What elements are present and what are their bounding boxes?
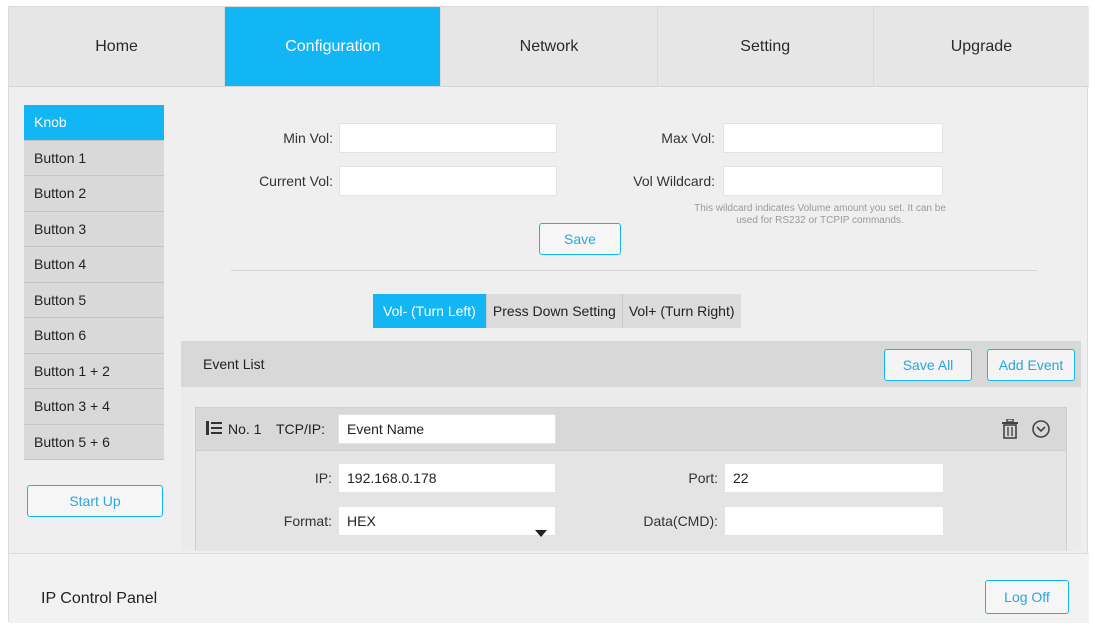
event-list-title: Event List — [203, 356, 265, 372]
trash-icon[interactable] — [1001, 418, 1019, 444]
tab-network[interactable]: Network — [441, 7, 658, 86]
section-divider — [231, 270, 1037, 271]
sidebar-item-button-3-4[interactable]: Button 3 + 4 — [24, 389, 164, 425]
log-off-button[interactable]: Log Off — [985, 580, 1069, 614]
event-type: TCP/IP: — [276, 421, 326, 437]
current-vol-label: Current Vol: — [259, 173, 333, 189]
footer-title: IP Control Panel — [41, 590, 158, 607]
knob-action-tabs: Vol- (Turn Left) Press Down Setting Vol+… — [373, 294, 741, 328]
app-frame: Home Configuration Network Setting Upgra… — [8, 6, 1089, 623]
max-vol-input[interactable] — [723, 123, 943, 153]
data-cmd-label: Data(CMD): — [643, 513, 718, 529]
sidebar-item-knob[interactable]: Knob — [24, 105, 164, 141]
tab-press-down[interactable]: Press Down Setting — [486, 294, 623, 328]
sidebar-item-button-5-6[interactable]: Button 5 + 6 — [24, 424, 164, 460]
save-all-button[interactable]: Save All — [884, 349, 972, 381]
event-item-header: No. 1 TCP/IP: — [195, 407, 1067, 451]
tab-home[interactable]: Home — [9, 7, 226, 86]
sidebar-item-button-4[interactable]: Button 4 — [24, 247, 164, 283]
wildcard-hint: This wildcard indicates Volume amount yo… — [694, 203, 946, 226]
ip-input[interactable] — [338, 463, 556, 493]
caret-down-icon — [535, 518, 547, 546]
footer: IP Control Panel Log Off — [9, 553, 1089, 623]
event-list-panel: No. 1 TCP/IP: IP: — [181, 387, 1081, 551]
start-up-button[interactable]: Start Up — [27, 485, 163, 517]
chevron-down-icon[interactable] — [1031, 419, 1051, 444]
vol-wildcard-label: Vol Wildcard: — [633, 173, 715, 189]
min-vol-label: Min Vol: — [283, 130, 333, 146]
tab-vol-plus[interactable]: Vol+ (Turn Right) — [622, 294, 741, 328]
tab-configuration[interactable]: Configuration — [225, 7, 442, 86]
save-button[interactable]: Save — [539, 223, 621, 255]
format-select[interactable]: HEX — [338, 506, 556, 537]
sidebar-item-button-2[interactable]: Button 2 — [24, 176, 164, 212]
min-vol-input[interactable] — [339, 123, 557, 153]
tab-vol-minus[interactable]: Vol- (Turn Left) — [373, 294, 487, 328]
ip-label: IP: — [314, 470, 332, 486]
port-label: Port: — [688, 470, 718, 486]
port-input[interactable] — [724, 463, 944, 493]
event-name-input[interactable] — [338, 414, 556, 444]
event-number: No. 1 — [228, 421, 262, 437]
format-label: Format: — [283, 513, 332, 529]
vol-wildcard-input[interactable] — [723, 166, 943, 196]
sidebar-item-button-3[interactable]: Button 3 — [24, 211, 164, 247]
sidebar-item-button-5[interactable]: Button 5 — [24, 282, 164, 318]
format-value: HEX — [347, 513, 376, 529]
drag-handle-icon[interactable] — [206, 420, 222, 441]
tab-upgrade[interactable]: Upgrade — [874, 7, 1089, 86]
current-vol-input[interactable] — [339, 166, 557, 196]
sidebar-item-button-1[interactable]: Button 1 — [24, 140, 164, 176]
sidebar-item-button-6[interactable]: Button 6 — [24, 318, 164, 354]
max-vol-label: Max Vol: — [661, 130, 715, 146]
event-list-header: Event List Save All Add Event — [181, 341, 1081, 387]
data-cmd-input[interactable] — [724, 506, 944, 536]
tab-setting[interactable]: Setting — [658, 7, 874, 86]
sidebar: Knob Button 1 Button 2 Button 3 Button 4… — [24, 105, 164, 460]
sidebar-item-button-1-2[interactable]: Button 1 + 2 — [24, 353, 164, 389]
event-item-body: IP: Port: Format: HEX Data(CMD): — [195, 451, 1067, 551]
top-nav: Home Configuration Network Setting Upgra… — [9, 7, 1089, 87]
add-event-button[interactable]: Add Event — [987, 349, 1075, 381]
